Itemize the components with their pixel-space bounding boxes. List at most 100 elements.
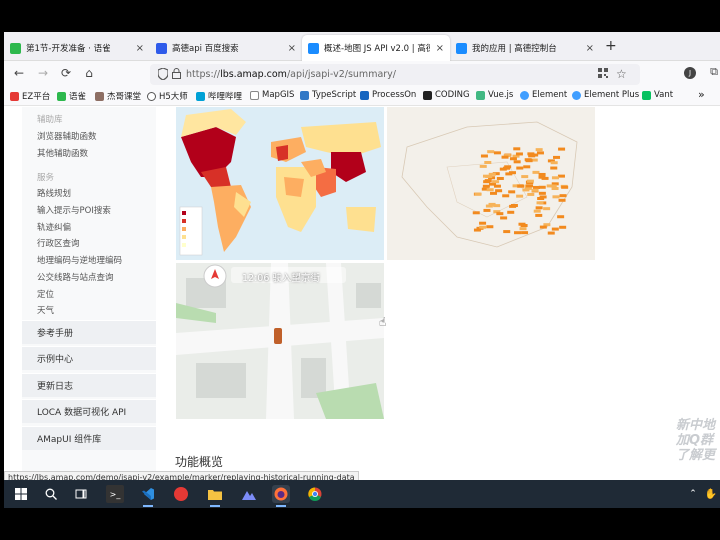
sidebar-item[interactable]: 路线规划 bbox=[37, 187, 71, 199]
city-marker bbox=[516, 194, 524, 198]
terminal-icon[interactable]: >_ bbox=[106, 485, 124, 503]
bookmarks-bar: EZ平台 语雀 杰哥课堂 H5大师 哔哩哔哩 MapGIS TypeScript… bbox=[4, 88, 720, 106]
vscode-icon[interactable] bbox=[139, 485, 157, 507]
city-marker bbox=[508, 190, 516, 194]
qr-code-icon[interactable] bbox=[598, 68, 608, 81]
city-marker bbox=[550, 161, 558, 165]
bookmark-bilibili[interactable]: 哔哩哔哩 bbox=[196, 90, 242, 102]
china-map-thumbnail[interactable] bbox=[387, 107, 595, 260]
address-bar[interactable]: https://lbs.amap.com/api/jsapi-v2/summar… bbox=[150, 64, 640, 85]
city-marker bbox=[533, 209, 541, 213]
tab-amap-summary[interactable]: 概述-地图 JS API v2.0 | 高德地 × bbox=[302, 35, 450, 61]
city-marker bbox=[519, 227, 527, 231]
city-marker bbox=[538, 175, 546, 179]
forward-button[interactable]: → bbox=[35, 66, 51, 80]
sidebar-item[interactable]: 天气 bbox=[37, 304, 54, 316]
reload-button[interactable]: ⟳ bbox=[58, 66, 74, 80]
task-view-icon[interactable] bbox=[72, 485, 90, 503]
city-marker bbox=[535, 148, 543, 152]
watermark-line: 了解更 bbox=[676, 448, 716, 463]
bookmark-h5[interactable]: H5大师 bbox=[147, 90, 188, 102]
back-button[interactable]: ← bbox=[11, 66, 27, 80]
city-marker bbox=[553, 155, 561, 159]
recorder-icon[interactable] bbox=[174, 487, 188, 501]
sidebar-item[interactable]: 轨迹纠偏 bbox=[37, 221, 71, 233]
bookmark-processon[interactable]: ProcessOn bbox=[360, 90, 416, 100]
bookmark-element[interactable]: Element bbox=[520, 90, 567, 100]
account-icon[interactable]: J bbox=[684, 67, 696, 79]
home-button[interactable]: ⌂ bbox=[81, 66, 97, 80]
watermark-line: 加Q群 bbox=[676, 433, 714, 448]
city-marker bbox=[513, 160, 521, 164]
bookmark-label: TypeScript bbox=[312, 90, 357, 100]
bookmark-yuque[interactable]: 语雀 bbox=[57, 90, 86, 102]
bookmark-vue[interactable]: Vue.js bbox=[476, 90, 513, 100]
close-icon[interactable]: × bbox=[436, 43, 444, 54]
tab-label: 高德api 百度搜索 bbox=[172, 44, 239, 54]
sidebar-section-examples[interactable]: 示例中心 bbox=[22, 346, 156, 370]
new-tab-button[interactable]: + bbox=[605, 38, 617, 54]
bookmark-star-icon[interactable]: ☆ bbox=[616, 67, 627, 81]
navigation-3d-thumbnail[interactable]: 12:06 驶入望京街 bbox=[176, 263, 384, 419]
navigation-3d-image bbox=[176, 263, 384, 419]
sidebar-section-changelog[interactable]: 更新日志 bbox=[22, 373, 156, 397]
sidebar-section-amapui[interactable]: AMapUI 组件库 bbox=[22, 426, 156, 450]
city-marker bbox=[521, 231, 529, 235]
world-map-thumbnail[interactable] bbox=[176, 107, 384, 260]
city-marker bbox=[492, 180, 500, 184]
city-marker bbox=[516, 166, 524, 170]
city-marker bbox=[473, 228, 481, 232]
sidebar-item[interactable]: 输入提示与POI搜索 bbox=[37, 204, 111, 216]
sidebar-item[interactable]: 公交线路与站点查询 bbox=[37, 271, 114, 283]
bookmark-label: CODING bbox=[435, 90, 470, 100]
bookmark-label: MapGIS bbox=[262, 90, 295, 100]
close-icon[interactable]: × bbox=[136, 43, 144, 54]
shield-icon[interactable] bbox=[157, 67, 169, 83]
more-bookmarks-icon[interactable]: » bbox=[698, 88, 705, 101]
tab-baidu-search[interactable]: 高德api 百度搜索 × bbox=[150, 35, 302, 61]
sidebar-section-reference[interactable]: 参考手册 bbox=[22, 320, 156, 344]
search-icon[interactable] bbox=[42, 485, 60, 503]
city-marker bbox=[496, 176, 504, 180]
chrome-icon[interactable] bbox=[306, 485, 324, 503]
tray-chevron-icon[interactable]: ⌃ bbox=[684, 485, 702, 503]
sidebar-item[interactable]: 行政区查询 bbox=[37, 237, 80, 249]
bookmark-coding[interactable]: CODING bbox=[423, 90, 470, 100]
bookmark-label: Vue.js bbox=[488, 90, 514, 100]
bookmark-jiege[interactable]: 杰哥课堂 bbox=[95, 90, 141, 102]
tab-label: 概述-地图 JS API v2.0 | 高德地 bbox=[324, 44, 430, 54]
typescript-icon bbox=[300, 90, 309, 100]
tray-app-icon[interactable]: ✋ bbox=[702, 485, 720, 503]
tab-yuque[interactable]: 第1节-开发准备 · 语雀 × bbox=[4, 35, 150, 61]
navigation-bar: ← → ⟳ ⌂ https://lbs.amap.com/api/jsapi-v… bbox=[4, 61, 720, 88]
extensions-icon[interactable]: ⧉ bbox=[706, 65, 720, 79]
windows-start-icon[interactable] bbox=[12, 485, 30, 503]
file-explorer-icon[interactable] bbox=[206, 485, 224, 507]
bookmark-mapgis[interactable]: MapGIS bbox=[250, 90, 294, 100]
sidebar-item[interactable]: 定位 bbox=[37, 288, 54, 300]
sidebar-group-heading: 辅助库 bbox=[37, 115, 63, 125]
firefox-icon[interactable] bbox=[272, 485, 290, 507]
city-marker bbox=[490, 191, 498, 195]
lock-icon[interactable] bbox=[172, 68, 181, 82]
tab-amap-console[interactable]: 我的应用 | 高德控制台 × bbox=[450, 35, 600, 61]
city-marker bbox=[521, 175, 529, 179]
city-marker bbox=[495, 189, 503, 193]
bookmark-label: ProcessOn bbox=[372, 90, 417, 100]
city-marker bbox=[485, 174, 493, 178]
docs-sidebar: 辅助库 浏览器辅助函数 其他辅助函数 服务 路线规划 输入提示与POI搜索 轨迹… bbox=[22, 107, 156, 471]
sidebar-item[interactable]: 其他辅助函数 bbox=[37, 147, 88, 159]
bookmark-element-plus[interactable]: Element Plus bbox=[572, 90, 639, 100]
bookmark-ez[interactable]: EZ平台 bbox=[10, 90, 50, 102]
sidebar-section-loca[interactable]: LOCA 数据可视化 API bbox=[22, 399, 156, 423]
bookmark-typescript[interactable]: TypeScript bbox=[300, 90, 356, 100]
city-marker bbox=[538, 172, 546, 176]
bookmark-vant[interactable]: Vant bbox=[642, 90, 673, 100]
sidebar-item[interactable]: 地理编码与逆地理编码 bbox=[37, 254, 122, 266]
close-icon[interactable]: × bbox=[288, 43, 296, 54]
sidebar-item[interactable]: 浏览器辅助函数 bbox=[37, 130, 97, 142]
app-icon[interactable] bbox=[240, 485, 258, 503]
close-icon[interactable]: × bbox=[586, 43, 594, 54]
vue-icon bbox=[476, 90, 485, 100]
city-marker bbox=[539, 195, 547, 199]
